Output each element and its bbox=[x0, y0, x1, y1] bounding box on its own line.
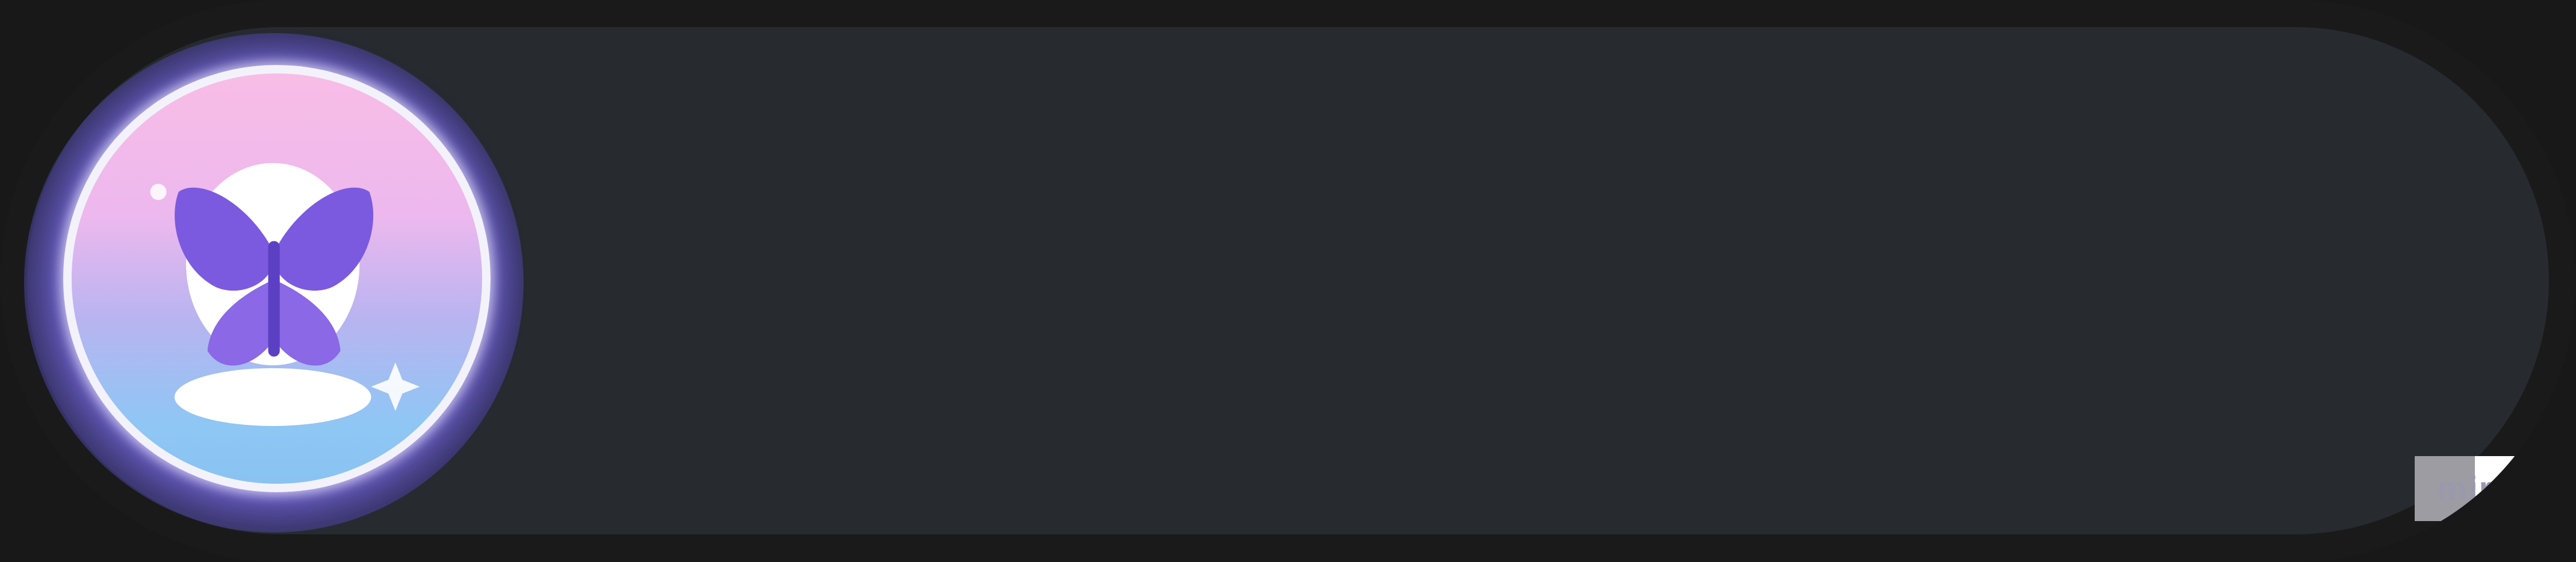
miro-watermark: miro bbox=[2415, 456, 2537, 521]
banner-frame: miro bbox=[0, 0, 2576, 562]
watermark-text: miro bbox=[2437, 469, 2515, 507]
badge-avatar[interactable] bbox=[63, 65, 491, 492]
butterfly-icon bbox=[150, 162, 420, 426]
